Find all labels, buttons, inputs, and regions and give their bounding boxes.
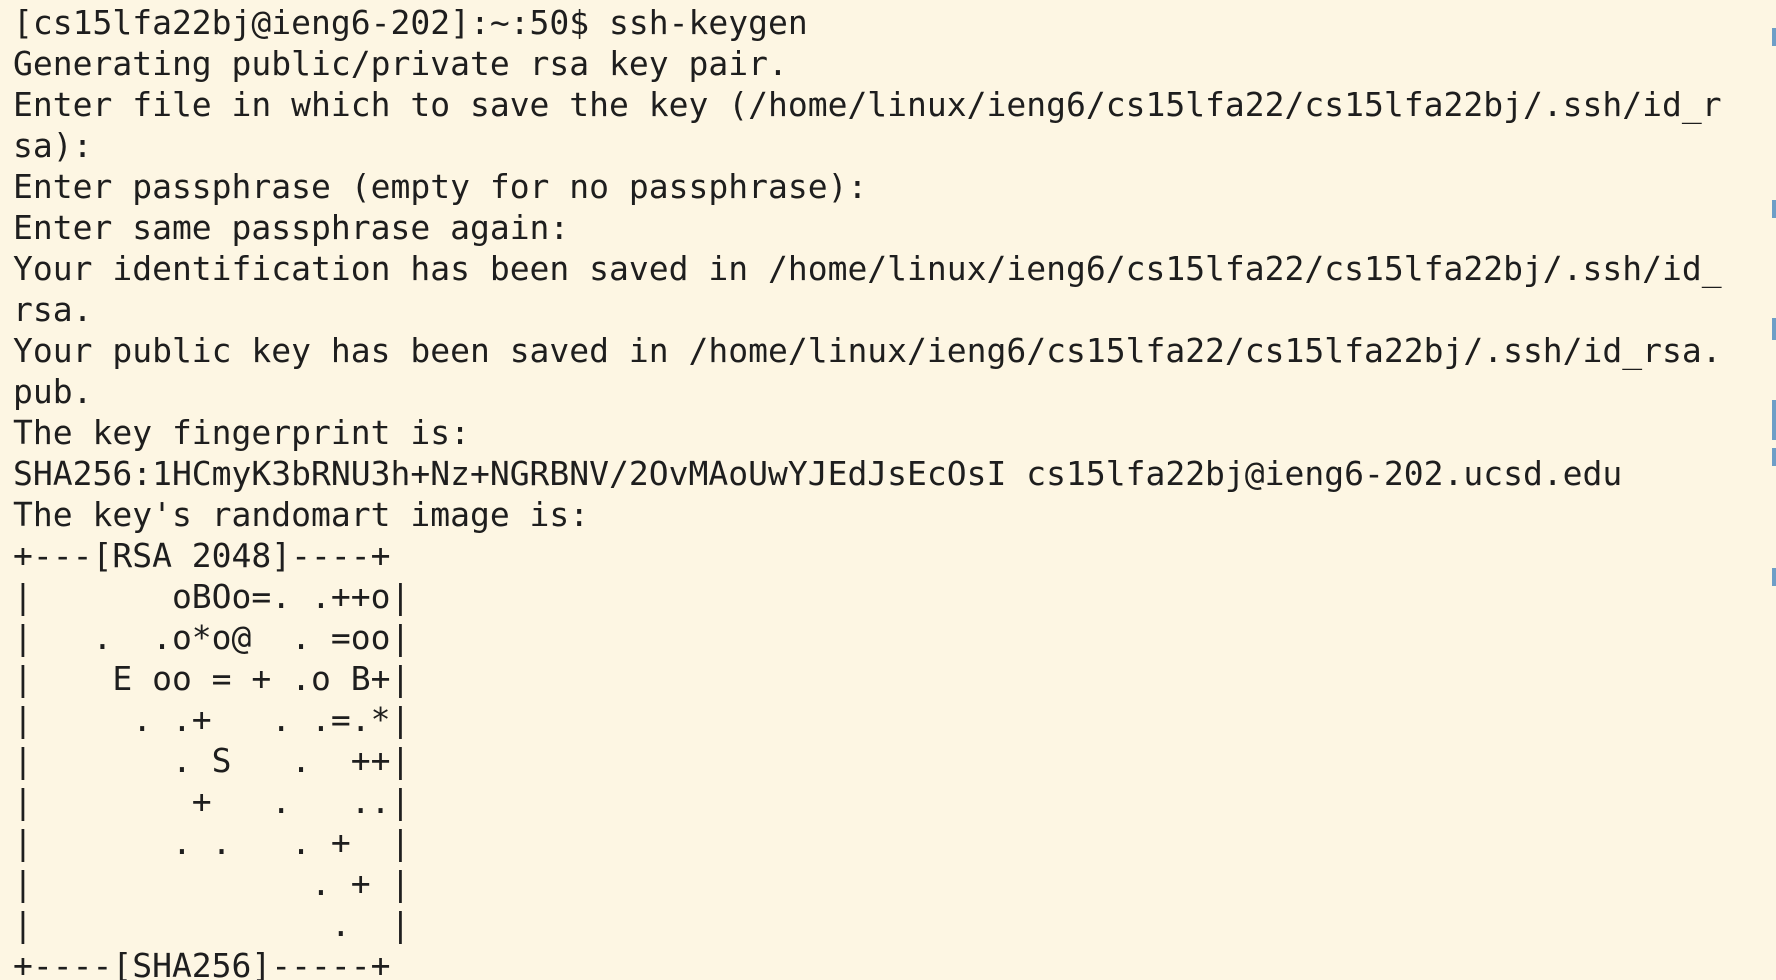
output-line: The key fingerprint is: <box>13 413 470 452</box>
scroll-marker <box>1772 568 1776 586</box>
output-line: Enter same passphrase again: <box>13 208 570 247</box>
output-line: Your public key has been saved in /home/… <box>13 331 1722 370</box>
randomart-line: | . . . + | <box>13 823 411 862</box>
randomart-line: | . + | <box>13 864 411 903</box>
scroll-marker <box>1772 448 1776 466</box>
randomart-line: | . | <box>13 905 411 944</box>
randomart-line: | . .+ . .=.*| <box>13 700 411 739</box>
scroll-marker <box>1772 400 1776 440</box>
randomart-line: | . .o*o@ . =oo| <box>13 618 411 657</box>
randomart-line: | + . ..| <box>13 782 411 821</box>
scroll-marker <box>1772 200 1776 218</box>
output-line: Enter file in which to save the key (/ho… <box>13 85 1722 124</box>
output-line: Generating public/private rsa key pair. <box>13 44 788 83</box>
terminal-output[interactable]: [cs15lfa22bj@ieng6-202]:~:50$ ssh-keygen… <box>13 2 1722 980</box>
randomart-line: | E oo = + .o B+| <box>13 659 411 698</box>
output-line: The key's randomart image is: <box>13 495 590 534</box>
randomart-line: | . S . ++| <box>13 741 411 780</box>
output-line: Your identification has been saved in /h… <box>13 249 1722 288</box>
output-line: rsa. <box>13 290 93 329</box>
randomart-line: +---[RSA 2048]----+ <box>13 536 391 575</box>
prompt-line: [cs15lfa22bj@ieng6-202]:~:50$ ssh-keygen <box>13 3 808 42</box>
scroll-marker <box>1772 28 1776 46</box>
output-line: pub. <box>13 372 93 411</box>
randomart-line: +----[SHA256]-----+ <box>13 946 391 980</box>
output-line: Enter passphrase (empty for no passphras… <box>13 167 868 206</box>
output-line: sa): <box>13 126 93 165</box>
fingerprint-line: SHA256:1HCmyK3bRNU3h+Nz+NGRBNV/2OvMAoUwY… <box>13 454 1623 493</box>
randomart-line: | oBOo=. .++o| <box>13 577 411 616</box>
scroll-marker <box>1772 318 1776 340</box>
terminal-window[interactable]: [cs15lfa22bj@ieng6-202]:~:50$ ssh-keygen… <box>0 0 1776 980</box>
